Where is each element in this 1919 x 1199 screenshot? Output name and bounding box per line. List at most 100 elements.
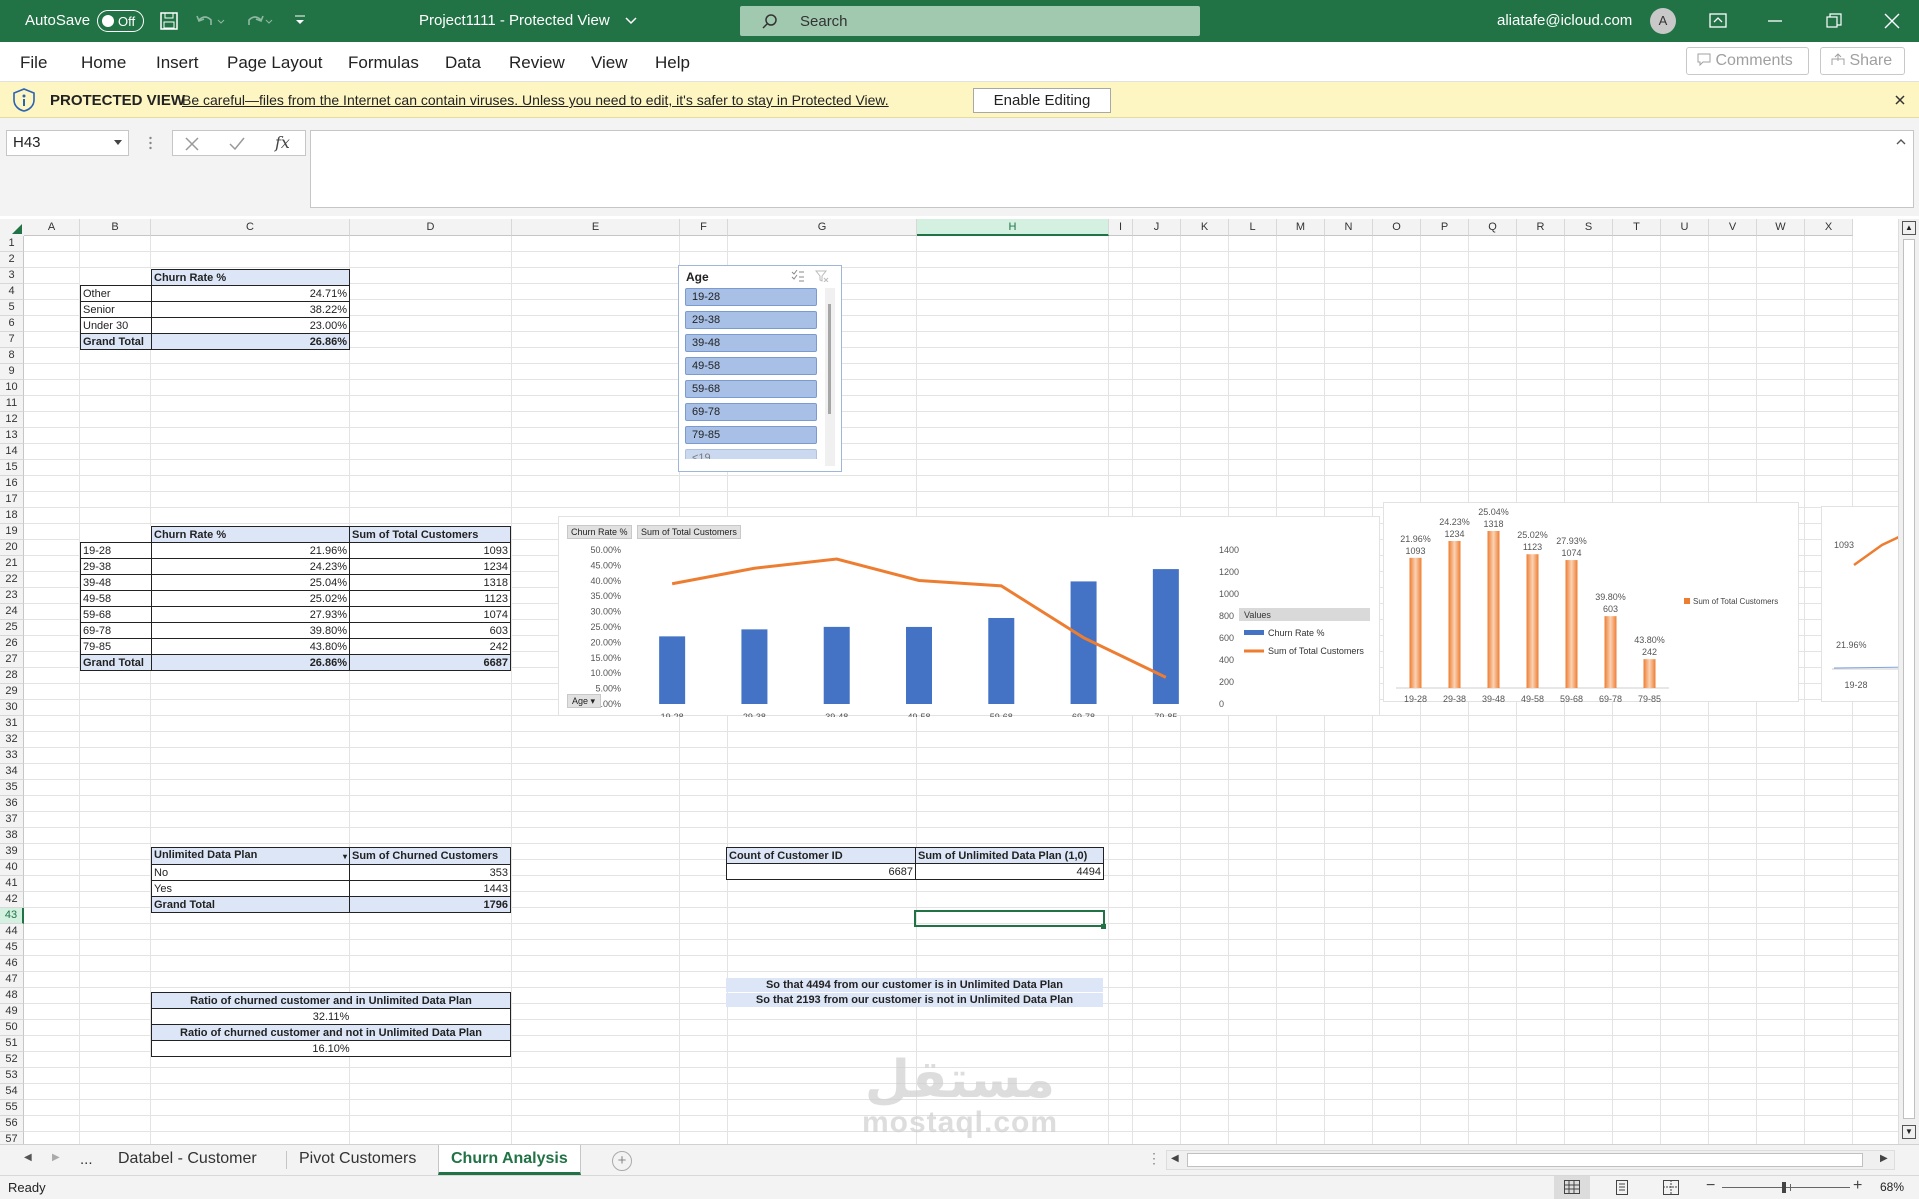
row-header-39[interactable]: 39 <box>0 844 24 860</box>
row-header-33[interactable]: 33 <box>0 748 24 764</box>
row-header-20[interactable]: 20 <box>0 540 24 556</box>
horizontal-scrollbar[interactable]: ◀ ▶ <box>1166 1150 1895 1170</box>
cancel-icon[interactable] <box>185 137 199 151</box>
row-header-13[interactable]: 13 <box>0 428 24 444</box>
age-slicer[interactable]: Age 19-28 29-38 39-48 49-58 59-68 69-78 … <box>678 265 842 472</box>
close-icon[interactable] <box>1895 95 1905 105</box>
ribbon-display-icon[interactable] <box>1709 13 1727 29</box>
h-scroll-thumb[interactable] <box>1187 1153 1863 1167</box>
row-header-11[interactable]: 11 <box>0 396 24 412</box>
active-cell-h43[interactable] <box>914 910 1105 927</box>
multi-select-icon[interactable] <box>791 270 805 282</box>
slicer-item[interactable]: <19 <box>685 449 817 459</box>
column-header-w[interactable]: W <box>1757 219 1805 236</box>
menu-review[interactable]: Review <box>509 53 565 73</box>
restore-icon[interactable] <box>1826 13 1842 29</box>
row-header-46[interactable]: 46 <box>0 956 24 972</box>
row-header-45[interactable]: 45 <box>0 940 24 956</box>
slicer-item[interactable]: 19-28 <box>685 288 817 306</box>
axis-field-button[interactable]: Age ▾ <box>567 694 601 708</box>
table-row[interactable]: 69-78 39.80% 603 <box>80 622 511 639</box>
slicer-item[interactable]: 49-58 <box>685 357 817 375</box>
avatar[interactable]: A <box>1650 8 1676 34</box>
slicer-scrollbar[interactable] <box>825 288 835 466</box>
column-header-v[interactable]: V <box>1709 219 1757 236</box>
name-box[interactable]: H43 <box>6 130 129 156</box>
menu-file[interactable]: File <box>20 53 47 73</box>
column-header-i[interactable]: I <box>1109 219 1133 236</box>
scroll-left-icon[interactable]: ◀ <box>1171 1153 1179 1164</box>
enter-check-icon[interactable] <box>229 137 245 151</box>
row-header-7[interactable]: 7 <box>0 332 24 348</box>
row-header-54[interactable]: 54 <box>0 1084 24 1100</box>
search-box[interactable]: Search <box>740 6 1200 36</box>
row-header-30[interactable]: 30 <box>0 700 24 716</box>
row-header-22[interactable]: 22 <box>0 572 24 588</box>
row-header-2[interactable]: 2 <box>0 252 24 268</box>
table-row[interactable]: 19-28 21.96% 1093 <box>80 542 511 559</box>
close-icon[interactable] <box>1884 13 1900 29</box>
slicer-item[interactable]: 59-68 <box>685 380 817 398</box>
chevron-down-icon[interactable] <box>625 16 637 26</box>
customers-bar-chart[interactable]: 19-28 1093 21.96% 29-38 1234 24.23% 39-48 1318 2… <box>1383 502 1799 703</box>
undo-icon[interactable] <box>195 12 225 30</box>
slicer-item[interactable]: 69-78 <box>685 403 817 421</box>
customize-qat-icon[interactable] <box>293 14 307 28</box>
column-header-l[interactable]: L <box>1229 219 1277 236</box>
row-header-42[interactable]: 42 <box>0 892 24 908</box>
ratio-box[interactable]: Ratio of churned customer and in Unlimit… <box>151 992 511 1057</box>
protected-view-message[interactable]: Be careful—files from the Internet can c… <box>182 92 889 108</box>
redo-icon[interactable] <box>243 12 273 30</box>
row-header-49[interactable]: 49 <box>0 1004 24 1020</box>
column-header-c[interactable]: C <box>151 219 350 236</box>
row-header-15[interactable]: 15 <box>0 460 24 476</box>
row-header-10[interactable]: 10 <box>0 380 24 396</box>
row-header-12[interactable]: 12 <box>0 412 24 428</box>
row-header-24[interactable]: 24 <box>0 604 24 620</box>
table-row[interactable]: 29-38 24.23% 1234 <box>80 558 511 575</box>
table-row[interactable]: Other 24.71% <box>80 285 350 302</box>
account-email[interactable]: aliatafe@icloud.com <box>1497 12 1632 29</box>
column-header-o[interactable]: O <box>1373 219 1421 236</box>
table-header[interactable]: Unlimited Data Plan ▾ <box>151 847 350 865</box>
pivot-table-unlimited-plan[interactable]: Unlimited Data Plan ▾ Sum of Churned Custo… <box>151 847 511 913</box>
row-header-47[interactable]: 47 <box>0 972 24 988</box>
table-row[interactable]: Yes 1443 <box>151 880 511 897</box>
row-header-56[interactable]: 56 <box>0 1116 24 1132</box>
row-header-35[interactable]: 35 <box>0 780 24 796</box>
row-header-37[interactable]: 37 <box>0 812 24 828</box>
column-header-u[interactable]: U <box>1661 219 1709 236</box>
row-header-9[interactable]: 9 <box>0 364 24 380</box>
insert-function-icon[interactable]: fx <box>275 133 290 152</box>
column-header-b[interactable]: B <box>80 219 151 236</box>
pivot-table-age[interactable]: Churn Rate % Sum of Total Customers 19-28… <box>80 526 511 671</box>
row-header-8[interactable]: 8 <box>0 348 24 364</box>
scroll-thumb[interactable] <box>1903 239 1915 1119</box>
collapse-formula-icon[interactable] <box>1896 138 1906 145</box>
share-button[interactable]: Share <box>1820 47 1905 75</box>
column-header-p[interactable]: P <box>1421 219 1469 236</box>
row-header-6[interactable]: 6 <box>0 316 24 332</box>
column-header-j[interactable]: J <box>1133 219 1181 236</box>
vertical-scrollbar[interactable]: ▲ ▼ <box>1898 219 1919 1144</box>
row-header-1[interactable]: 1 <box>0 236 24 252</box>
sheet-tab-databel-customer[interactable]: Databel - Customer <box>106 1145 269 1175</box>
row-header-17[interactable]: 17 <box>0 492 24 508</box>
minimize-icon[interactable] <box>1768 20 1782 22</box>
table-row[interactable]: 49-58 25.02% 1123 <box>80 590 511 607</box>
column-header-e[interactable]: E <box>512 219 680 236</box>
autosave-toggle[interactable]: Off <box>97 10 144 32</box>
zoom-slider[interactable] <box>1722 1182 1850 1193</box>
menu-insert[interactable]: Insert <box>156 53 199 73</box>
menu-view[interactable]: View <box>591 53 628 73</box>
row-header-40[interactable]: 40 <box>0 860 24 876</box>
row-header-19[interactable]: 19 <box>0 524 24 540</box>
row-header-43[interactable]: 43 <box>0 908 24 924</box>
column-header-h[interactable]: H <box>917 219 1109 236</box>
row-header-28[interactable]: 28 <box>0 668 24 684</box>
row-header-23[interactable]: 23 <box>0 588 24 604</box>
column-header-x[interactable]: X <box>1805 219 1853 236</box>
row-header-4[interactable]: 4 <box>0 284 24 300</box>
scroll-up-icon[interactable]: ▲ <box>1902 221 1916 235</box>
fill-handle[interactable] <box>1101 924 1106 929</box>
